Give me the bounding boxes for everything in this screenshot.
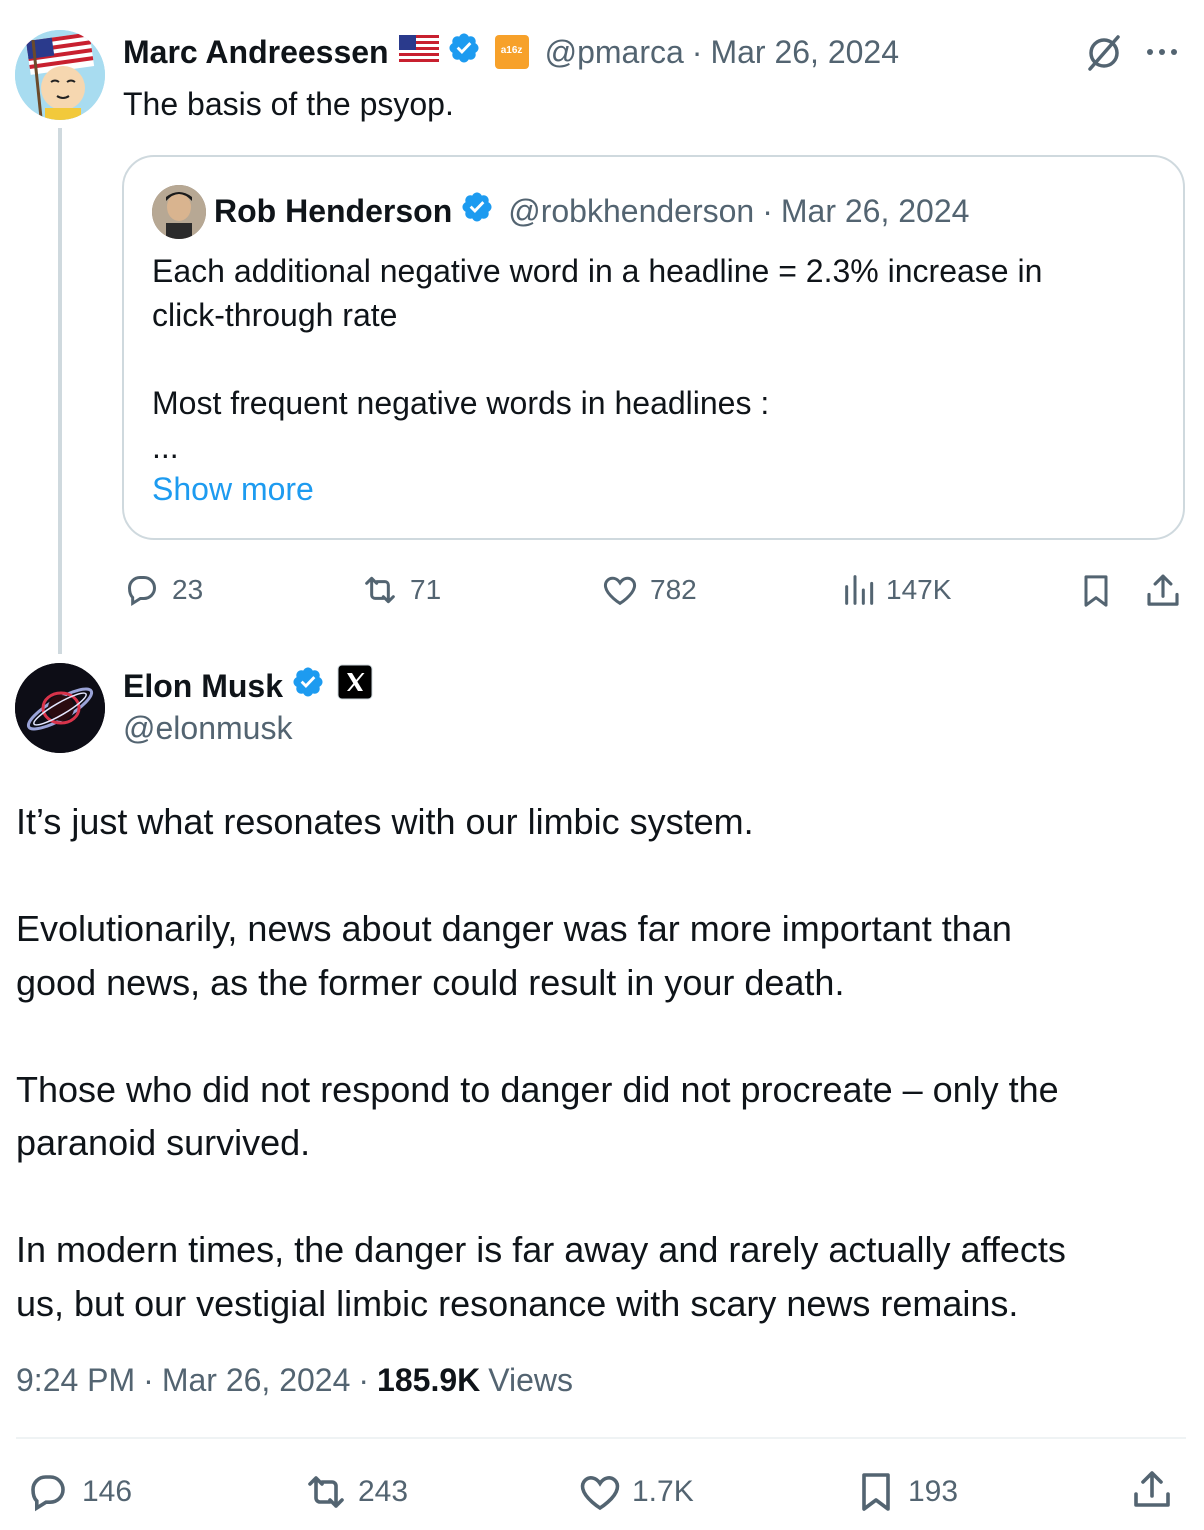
reply-button[interactable]: 146: [24, 1468, 132, 1516]
grok-icon[interactable]: [1084, 33, 1124, 78]
views-chart-icon: [845, 575, 874, 605]
author-handle[interactable]: @elonmusk: [123, 710, 292, 747]
us-flag-icon: [398, 34, 439, 71]
bookmark-count: 193: [908, 1475, 959, 1508]
tweet-time[interactable]: 9:24 PM: [16, 1362, 135, 1399]
reply-icon: [31, 1475, 65, 1512]
separator-dot: ·: [691, 33, 703, 70]
show-more-link[interactable]: Show more: [152, 471, 314, 508]
bookmark-button[interactable]: [1076, 570, 1116, 612]
repost-icon: [365, 576, 395, 604]
bookmark-icon: [1084, 575, 1108, 607]
views-count: 147K: [886, 574, 952, 605]
separator-dot: ·: [143, 1361, 154, 1398]
verified-badge-icon[interactable]: [460, 190, 494, 232]
verified-badge-icon[interactable]: [447, 31, 481, 73]
repost-icon: [308, 1476, 344, 1508]
share-button[interactable]: [1142, 570, 1184, 612]
quote-header: Rob Henderson @robkhenderson · Mar 26, 2…: [214, 189, 969, 233]
avatar-elon-musk[interactable]: [15, 663, 105, 753]
quote-author-handle[interactable]: @robkhenderson: [508, 193, 754, 230]
views-button[interactable]: 147K: [840, 570, 951, 610]
avatar-rob-henderson[interactable]: [152, 185, 206, 239]
affiliate-badge-a16z-icon[interactable]: a16z: [494, 35, 529, 69]
verified-badge-icon[interactable]: [291, 665, 325, 707]
tweet-date[interactable]: Mar 26, 2024: [710, 34, 899, 71]
affiliate-badge-x-icon[interactable]: [337, 664, 373, 708]
reply-count: 23: [172, 574, 204, 605]
parent-tweet-header: Marc Andreessen a16z @pmarca · Mar 26, 2…: [123, 30, 899, 74]
main-tweet-author-row: Elon Musk: [123, 664, 373, 708]
tweet-date[interactable]: Mar 26, 2024: [162, 1362, 351, 1399]
repost-count: 71: [410, 574, 442, 605]
quoted-tweet-card[interactable]: Rob Henderson @robkhenderson · Mar 26, 2…: [122, 155, 1185, 540]
divider: [16, 1437, 1186, 1439]
thread-connector-line: [58, 128, 62, 654]
repost-button[interactable]: 243: [300, 1468, 408, 1516]
like-count: 1.7K: [632, 1475, 694, 1508]
bookmark-icon: [862, 1473, 890, 1511]
quote-author-name[interactable]: Rob Henderson: [214, 193, 452, 230]
share-icon: [1147, 574, 1179, 606]
views-label: Views: [488, 1361, 574, 1398]
quote-text: Each additional negative word in a headl…: [152, 253, 1043, 465]
reply-count: 146: [82, 1475, 133, 1508]
tweet-meta: 9:24 PM · Mar 26, 2024 · 185.9K Views: [16, 1358, 573, 1402]
heart-icon: [580, 1476, 620, 1511]
share-button[interactable]: [1128, 1466, 1176, 1514]
parent-tweet-text: The basis of the psyop.: [123, 86, 454, 122]
separator-dot: ·: [762, 192, 773, 229]
like-button[interactable]: 782: [600, 570, 697, 610]
main-tweet-text: It’s just what resonates with our limbic…: [16, 801, 1066, 1324]
heart-icon: [603, 576, 637, 606]
avatar-marc-andreessen[interactable]: [15, 30, 105, 120]
repost-count: 243: [358, 1475, 409, 1508]
views-count: 185.9K: [377, 1361, 481, 1398]
separator-dot: ·: [358, 1361, 370, 1398]
reply-button[interactable]: 23: [122, 570, 203, 610]
author-name[interactable]: Elon Musk: [123, 668, 283, 705]
share-icon: [1134, 1471, 1170, 1507]
author-name[interactable]: Marc Andreessen: [123, 34, 389, 71]
quote-date[interactable]: Mar 26, 2024: [781, 193, 970, 230]
more-options-icon[interactable]: [1144, 40, 1184, 69]
like-count: 782: [650, 574, 697, 605]
like-button[interactable]: 1.7K: [576, 1468, 694, 1516]
bookmark-button[interactable]: 193: [852, 1468, 958, 1516]
author-handle[interactable]: @pmarca: [545, 34, 684, 71]
reply-icon: [127, 576, 157, 607]
repost-button[interactable]: 71: [358, 570, 441, 610]
